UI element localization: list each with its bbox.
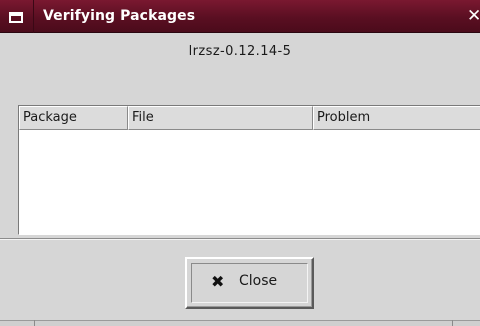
close-button[interactable]: ✖ Close bbox=[185, 257, 314, 309]
column-header-file[interactable]: File bbox=[128, 106, 313, 130]
column-header-problem[interactable]: Problem bbox=[313, 106, 480, 130]
window-title: Verifying Packages bbox=[43, 8, 196, 24]
column-header-package[interactable]: Package bbox=[19, 106, 128, 130]
window-menu-button[interactable] bbox=[0, 0, 34, 33]
title-bar[interactable]: Verifying Packages ✕ bbox=[0, 0, 480, 33]
window-close-icon[interactable]: ✕ bbox=[467, 5, 480, 27]
verify-packages-window: Verifying Packages ✕ lrzsz-0.12.14-5 Pac… bbox=[0, 0, 480, 326]
bottom-strip-divider bbox=[34, 320, 46, 326]
problems-table: Package File Problem bbox=[18, 105, 480, 235]
bottom-strip-divider-right bbox=[452, 320, 480, 326]
package-name-label: lrzsz-0.12.14-5 bbox=[188, 44, 292, 59]
window-menu-icon bbox=[9, 12, 23, 23]
table-body[interactable] bbox=[19, 130, 480, 234]
bottom-strip bbox=[0, 320, 480, 326]
close-icon: ✖ bbox=[211, 272, 225, 291]
separator-highlight bbox=[0, 239, 480, 240]
table-header: Package File Problem bbox=[19, 106, 480, 130]
close-button-label: Close bbox=[239, 273, 278, 289]
